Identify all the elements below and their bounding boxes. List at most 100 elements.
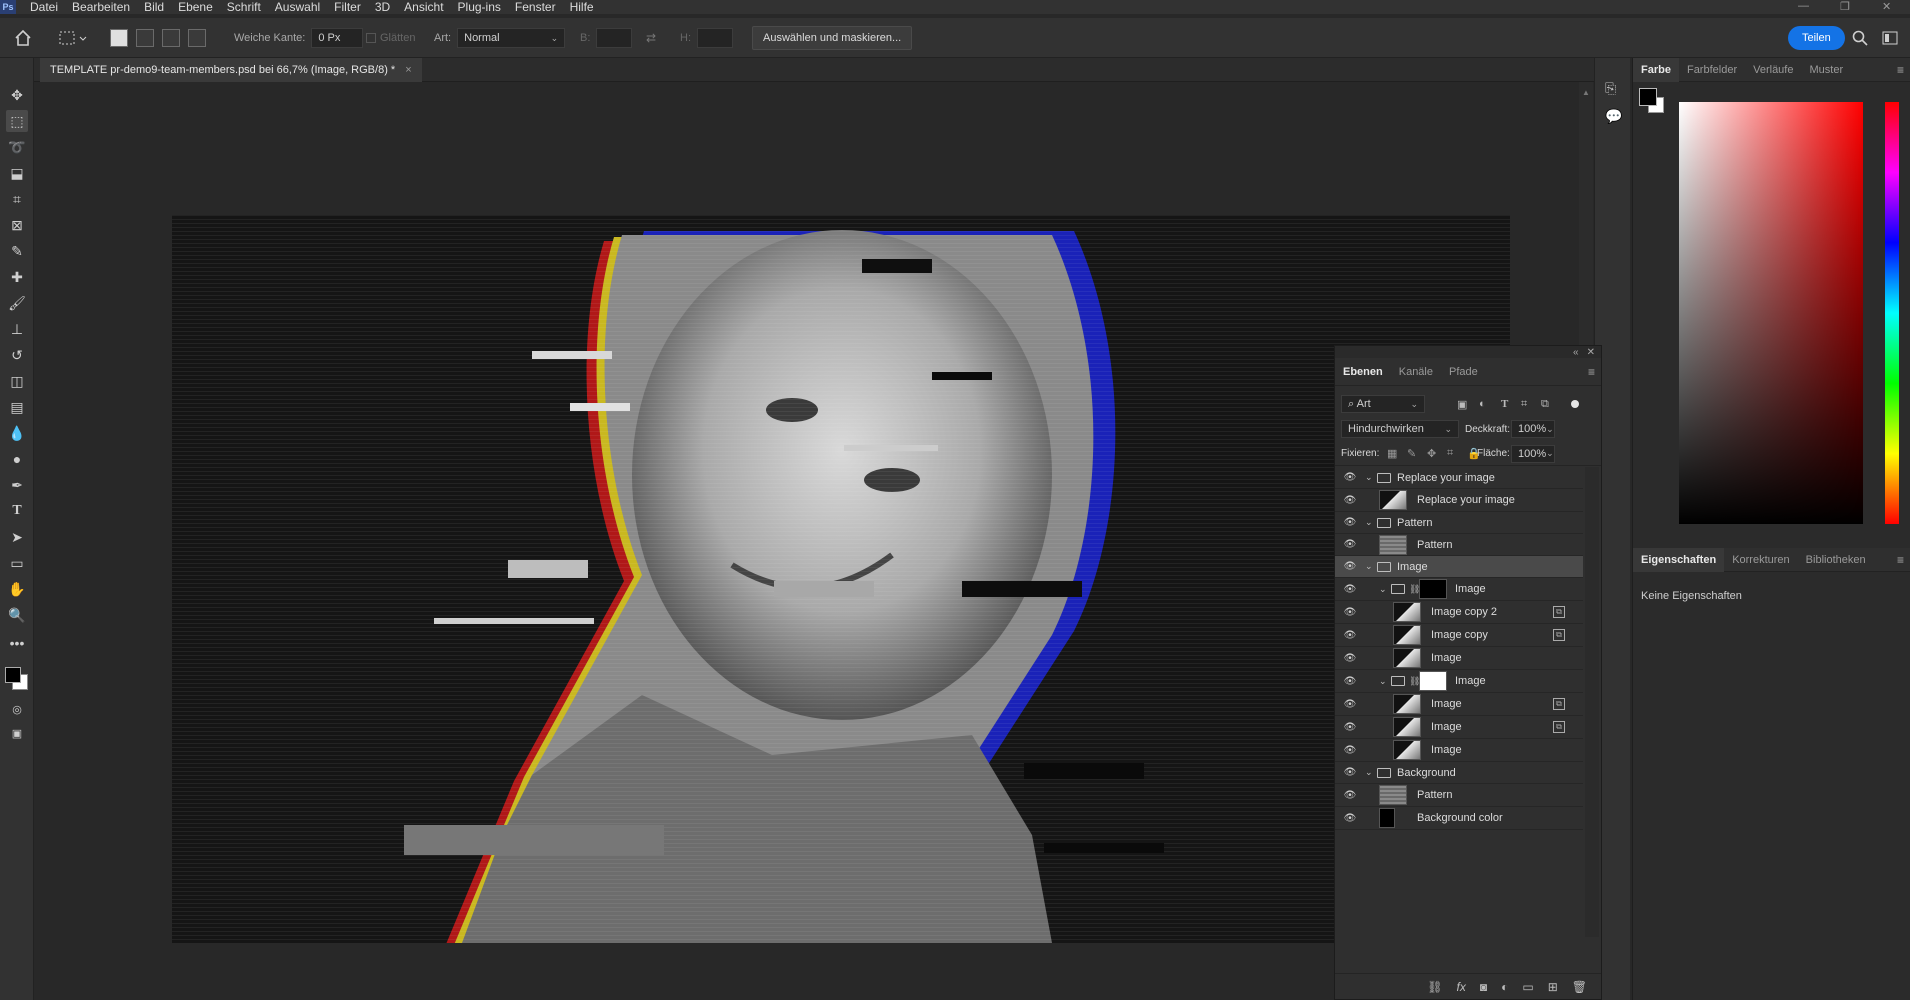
close-panel-icon[interactable]: ✕: [1587, 347, 1595, 358]
blend-mode-select[interactable]: Hindurchwirken ⌄: [1341, 420, 1459, 438]
visibility-eye-icon[interactable]: 👁: [1342, 561, 1358, 572]
layer-row[interactable]: 👁 Image: [1335, 739, 1583, 762]
group-expand-icon[interactable]: ⌄: [1365, 767, 1373, 778]
group-expand-icon[interactable]: ⌄: [1379, 676, 1387, 687]
layer-row[interactable]: 👁 ⌄ Replace your image: [1335, 467, 1583, 489]
lock-pixels-icon[interactable]: ✎: [1407, 447, 1416, 460]
rectangular-marquee-tool-icon[interactable]: ⬚: [6, 110, 28, 132]
document-tab[interactable]: TEMPLATE pr-demo9-team-members.psd bei 6…: [40, 58, 422, 82]
menu-bild[interactable]: Bild: [144, 1, 164, 13]
comments-panel-icon[interactable]: 💬: [1605, 108, 1622, 125]
new-layer-icon[interactable]: ⊞: [1548, 980, 1558, 994]
type-filter-icon[interactable]: T: [1501, 398, 1508, 410]
tab-korrekturen[interactable]: Korrekturen: [1724, 548, 1797, 572]
lasso-tool-icon[interactable]: ➰: [6, 136, 28, 158]
tab-kanaele[interactable]: Kanäle: [1391, 366, 1441, 378]
layer-row[interactable]: 👁 ⌄ Image: [1335, 556, 1583, 578]
scroll-up-icon[interactable]: ▲: [1582, 88, 1590, 97]
layer-mask-thumbnail[interactable]: [1419, 579, 1447, 599]
foreground-color-swatch[interactable]: [5, 667, 21, 683]
group-expand-icon[interactable]: ⌄: [1365, 561, 1373, 572]
shape-filter-icon[interactable]: ⌗: [1521, 398, 1527, 411]
layer-row[interactable]: 👁 Pattern: [1335, 784, 1583, 807]
tab-farbe[interactable]: Farbe: [1633, 57, 1679, 82]
tab-eigenschaften[interactable]: Eigenschaften: [1633, 547, 1725, 572]
search-icon[interactable]: [1852, 18, 1868, 58]
layer-row[interactable]: 👁 ⧉ Image: [1335, 693, 1583, 716]
visibility-eye-icon[interactable]: 👁: [1342, 539, 1358, 550]
menu-plugins[interactable]: Plug-ins: [458, 1, 501, 13]
height-input[interactable]: [697, 28, 733, 48]
home-icon[interactable]: [14, 18, 32, 58]
add-mask-icon[interactable]: ◙: [1480, 980, 1487, 994]
artwork-canvas[interactable]: [172, 215, 1510, 943]
tab-pfade[interactable]: Pfade: [1441, 366, 1486, 378]
adjustment-layer-icon[interactable]: ◐: [1501, 980, 1508, 994]
frame-tool-icon[interactable]: ⊠: [6, 214, 28, 236]
blur-tool-icon[interactable]: 💧: [6, 422, 28, 444]
layer-row[interactable]: 👁 Background color: [1335, 807, 1583, 830]
layer-row[interactable]: 👁 Image: [1335, 647, 1583, 670]
rectangle-tool-icon[interactable]: ▭: [6, 552, 28, 574]
visibility-eye-icon[interactable]: 👁: [1342, 790, 1358, 801]
foreground-color-chip[interactable]: [1639, 88, 1657, 106]
zoom-tool-icon[interactable]: 🔍: [6, 604, 28, 626]
eraser-tool-icon[interactable]: ◫: [6, 370, 28, 392]
feather-input[interactable]: 0 Px: [311, 28, 364, 48]
smart-object-filter-icon[interactable]: ⧉: [1541, 398, 1549, 411]
more-tools-icon[interactable]: •••: [6, 632, 28, 654]
layer-mask-thumbnail[interactable]: [1419, 671, 1447, 691]
panel-menu-icon[interactable]: ≡: [1588, 365, 1595, 379]
dodge-tool-icon[interactable]: ●: [6, 448, 28, 470]
visibility-eye-icon[interactable]: 👁: [1342, 722, 1358, 733]
visibility-eye-icon[interactable]: 👁: [1342, 676, 1358, 687]
group-expand-icon[interactable]: ⌄: [1379, 584, 1387, 595]
hue-slider[interactable]: [1885, 102, 1899, 524]
color-swatches[interactable]: [4, 666, 30, 692]
move-tool-icon[interactable]: ✥: [6, 84, 28, 106]
tab-ebenen[interactable]: Ebenen: [1335, 366, 1391, 378]
menu-ebene[interactable]: Ebene: [178, 1, 213, 13]
layer-filter-select[interactable]: ⌕ Art ⌄: [1341, 395, 1425, 413]
visibility-eye-icon[interactable]: 👁: [1342, 813, 1358, 824]
layer-row[interactable]: 👁 ⌄ ⛓ Image: [1335, 578, 1583, 601]
brush-tool-icon[interactable]: 🖌: [6, 292, 28, 314]
pixel-filter-icon[interactable]: ▣: [1457, 398, 1467, 411]
maximize-icon[interactable]: ❐: [1840, 0, 1850, 13]
gradient-tool-icon[interactable]: ▤: [6, 396, 28, 418]
filter-toggle-icon[interactable]: [1571, 400, 1579, 408]
object-selection-tool-icon[interactable]: ⬓: [6, 162, 28, 184]
tab-verlaeufe[interactable]: Verläufe: [1745, 58, 1801, 82]
swap-dimensions-icon[interactable]: ⇄: [646, 18, 656, 58]
lock-transparency-icon[interactable]: ▦: [1387, 447, 1397, 460]
menu-hilfe[interactable]: Hilfe: [570, 1, 594, 13]
close-icon[interactable]: ×: [405, 64, 411, 76]
type-tool-icon[interactable]: T: [6, 500, 28, 522]
crop-tool-icon[interactable]: ⌗: [6, 188, 28, 210]
add-selection-icon[interactable]: [136, 29, 154, 47]
color-panel-swatches[interactable]: [1639, 88, 1665, 114]
collapse-panel-icon[interactable]: «: [1573, 347, 1579, 358]
layer-list-scrollbar[interactable]: [1585, 467, 1599, 937]
visibility-eye-icon[interactable]: 👁: [1342, 699, 1358, 710]
delete-layer-icon[interactable]: 🗑: [1572, 980, 1587, 994]
menu-auswahl[interactable]: Auswahl: [275, 1, 320, 13]
new-group-icon[interactable]: ▭: [1522, 980, 1533, 994]
tab-muster[interactable]: Muster: [1801, 58, 1851, 82]
menu-schrift[interactable]: Schrift: [227, 1, 261, 13]
visibility-eye-icon[interactable]: 👁: [1342, 607, 1358, 618]
layer-row[interactable]: 👁 ⧉ Image copy: [1335, 624, 1583, 647]
tab-bibliotheken[interactable]: Bibliotheken: [1798, 548, 1874, 572]
fill-input[interactable]: 100% ⌄: [1511, 444, 1555, 463]
link-layers-icon[interactable]: ⛓: [1427, 980, 1442, 994]
width-input[interactable]: [596, 28, 633, 48]
clone-stamp-tool-icon[interactable]: ⊥: [6, 318, 28, 340]
path-selection-tool-icon[interactable]: ➤: [6, 526, 28, 548]
window-close-icon[interactable]: ✕: [1882, 0, 1891, 13]
visibility-eye-icon[interactable]: 👁: [1342, 517, 1358, 528]
panel-menu-icon[interactable]: ≡: [1897, 553, 1904, 567]
layer-row[interactable]: 👁 Replace your image: [1335, 489, 1583, 512]
layer-row[interactable]: 👁 ⌄ ⛓ Image: [1335, 670, 1583, 693]
layer-row[interactable]: 👁 ⌄ Background: [1335, 762, 1583, 784]
subtract-selection-icon[interactable]: [162, 29, 180, 47]
